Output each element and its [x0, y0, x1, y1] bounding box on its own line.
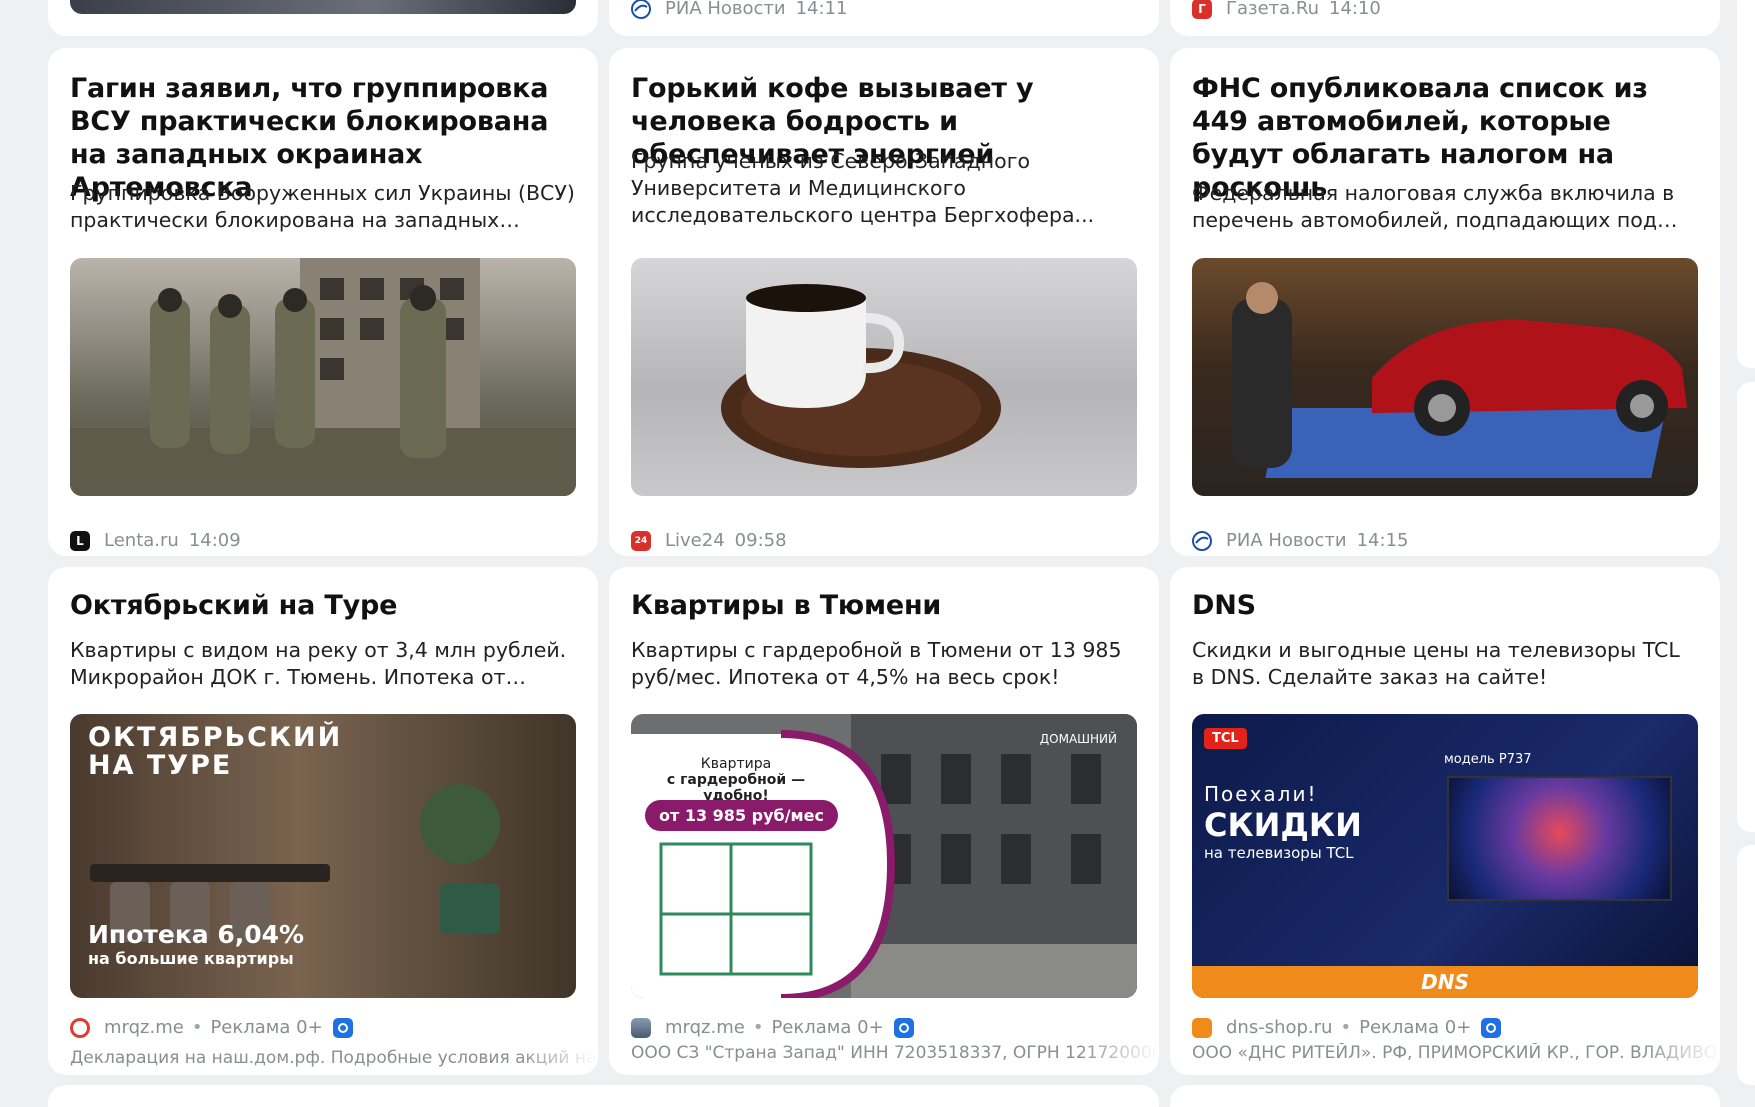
ad-banner-apartments[interactable]: Квартира с гардеробной — удобно! от 13 9… [631, 714, 1137, 998]
gazeta-icon: Г [1192, 0, 1212, 19]
ad-snippet: Квартиры с видом на реку от 3,4 млн рубл… [70, 638, 567, 689]
ad-domain[interactable]: mrqz.me [104, 1017, 184, 1038]
source-name[interactable]: РИА Новости [1226, 530, 1347, 551]
publish-time: 14:15 [1356, 530, 1409, 551]
ad-disclaimer: Декларация на наш.дом.рф. Подробные усло… [70, 1048, 598, 1068]
banner-price: от 13 985 руб/мес [645, 800, 838, 831]
banner-text: Квартира с гардеробной — удобно! [666, 756, 806, 804]
source-name[interactable]: Lenta.ru [104, 530, 179, 551]
verified-icon[interactable] [1481, 1017, 1502, 1038]
article-snippet: Группа ученых из Северо-Западного Универ… [631, 149, 1095, 227]
live24-icon: 24 [631, 530, 651, 551]
publish-time: 14:09 [188, 530, 241, 551]
source-name[interactable]: Live24 [665, 530, 725, 551]
ad-card[interactable]: Октябрьский на Туре Квартиры с видом на … [48, 567, 598, 1075]
banner-text: Поехали! СКИДКИ на телевизоры TCL [1204, 782, 1362, 862]
ad-domain[interactable]: dns-shop.ru [1226, 1017, 1332, 1038]
red-car-image[interactable] [1192, 258, 1698, 496]
right-column-card[interactable] [1737, 845, 1755, 1085]
coffee-cup-image[interactable] [631, 258, 1137, 496]
ad-title[interactable]: Квартиры в Тюмени [631, 589, 1137, 622]
ad-title[interactable]: DNS [1192, 589, 1698, 622]
ad-label: Реклама 0+ [1359, 1017, 1472, 1038]
ria-icon [631, 0, 651, 19]
tv-model: модель P737 [1444, 752, 1532, 767]
ad-disclaimer: ООО «ДНС РИТЕЙЛ». РФ, ПРИМОРСКИЙ КР., ГО… [1192, 1043, 1720, 1063]
right-column-card[interactable] [1737, 0, 1755, 368]
tcl-logo: TCL [1204, 728, 1247, 749]
publish-time: 09:58 [734, 530, 787, 551]
publish-time: 14:11 [795, 0, 848, 19]
news-card[interactable]: Гагин заявил, что группировка ВСУ практи… [48, 48, 598, 556]
news-card-top-3[interactable]: Г Газета.Ru 14:10 [1170, 0, 1720, 36]
source-name[interactable]: Газета.Ru [1226, 0, 1319, 19]
news-card[interactable]: Горький кофе вызывает у человека бодрост… [609, 48, 1159, 556]
article-snippet: Группировка Вооруженных сил Украины (ВСУ… [70, 181, 575, 232]
news-card-top-2[interactable]: РИА Новости 14:11 [609, 0, 1159, 36]
article-image-partial [70, 0, 576, 14]
ad-meta: mrqz.me • Реклама 0+ [70, 1017, 576, 1038]
verified-icon[interactable] [893, 1017, 914, 1038]
feed-card-bottom[interactable] [1170, 1085, 1720, 1107]
ad-disclaimer: ООО СЗ "Страна Запад" ИНН 7203518337, ОГ… [631, 1043, 1159, 1063]
right-column-card[interactable] [1737, 382, 1755, 832]
building-icon [631, 1017, 651, 1038]
ad-card[interactable]: Квартиры в Тюмени Квартиры с гардеробной… [609, 567, 1159, 1075]
publish-time: 14:10 [1329, 0, 1381, 19]
soldiers-ruins-image[interactable] [70, 258, 576, 496]
card-meta: Г Газета.Ru 14:10 [1192, 0, 1698, 19]
verified-icon[interactable] [332, 1017, 353, 1038]
ad-banner-oktyabrsky[interactable]: ОКТЯБРЬСКИЙ НА ТУРЕ Ипотека 6,04% на бол… [70, 714, 576, 998]
ad-domain[interactable]: mrqz.me [665, 1017, 745, 1038]
ad-meta: dns-shop.ru • Реклама 0+ [1192, 1017, 1698, 1038]
banner-offer: Ипотека 6,04% на большие квартиры [88, 920, 305, 968]
card-meta: РИА Новости 14:11 [631, 0, 1137, 19]
ad-snippet: Квартиры с гардеробной в Тюмени от 13 98… [631, 638, 1122, 689]
banner-brand: ДОМАШНИЙ [1039, 732, 1117, 746]
ad-label: Реклама 0+ [210, 1017, 323, 1038]
dns-footer: DNS [1192, 966, 1698, 998]
tv-screen [1447, 776, 1672, 901]
ad-label: Реклама 0+ [771, 1017, 884, 1038]
card-meta: L Lenta.ru 14:09 [70, 530, 576, 551]
mrqz-icon [70, 1017, 90, 1038]
card-meta: 24 Live24 09:58 [631, 530, 1137, 551]
card-meta: РИА Новости 14:15 [1192, 530, 1698, 551]
news-feed: РИА Новости 14:11 Г Газета.Ru 14:10 Гаги… [0, 0, 1755, 1107]
ad-banner-dns[interactable]: TCL модель P737 Поехали! СКИДКИ на телев… [1192, 714, 1698, 998]
feed-card-bottom[interactable] [48, 1085, 1159, 1107]
article-snippet: Федеральная налоговая служба включила в … [1192, 181, 1675, 232]
dns-icon [1192, 1017, 1212, 1038]
source-name[interactable]: РИА Новости [665, 0, 786, 19]
news-card-top-1[interactable] [48, 0, 598, 36]
ad-title[interactable]: Октябрьский на Туре [70, 589, 576, 622]
ad-card[interactable]: DNS Скидки и выгодные цены на телевизоры… [1170, 567, 1720, 1075]
news-card[interactable]: ФНС опубликовала список из 449 автомобил… [1170, 48, 1720, 556]
ad-snippet: Скидки и выгодные цены на телевизоры TCL… [1192, 638, 1680, 689]
lenta-icon: L [70, 530, 90, 551]
ria-icon [1192, 530, 1212, 551]
ad-meta: mrqz.me • Реклама 0+ [631, 1017, 1137, 1038]
